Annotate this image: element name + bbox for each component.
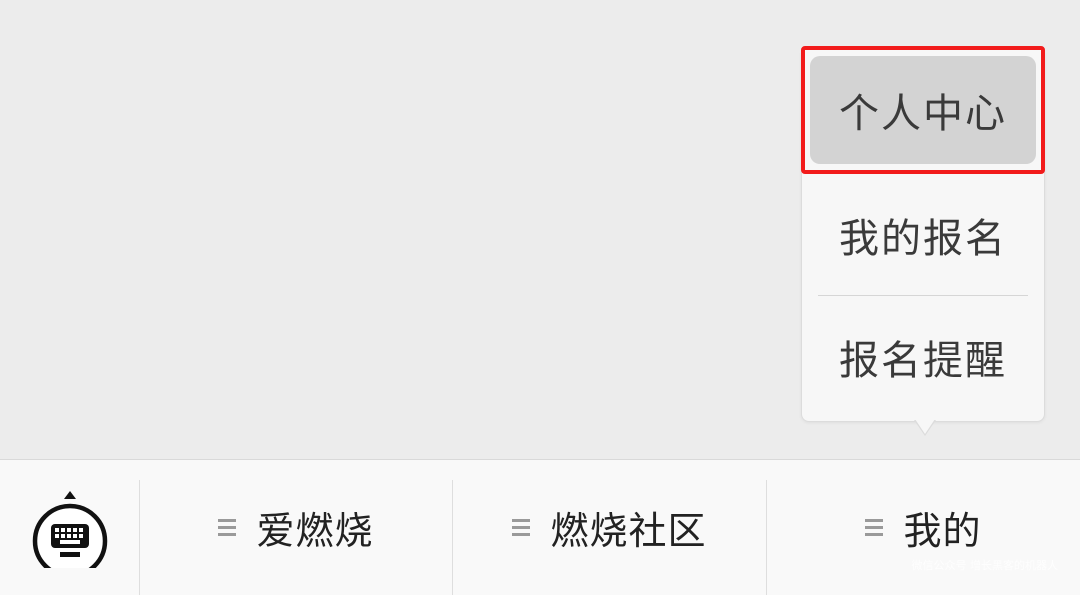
tab-ranshao-community[interactable]: 燃烧社区 (453, 460, 766, 595)
popup-arrow-fill (915, 419, 935, 434)
menu-item-label: 报名提醒 (839, 338, 1007, 384)
bottom-menu-bar: 爱燃烧 燃烧社区 我的 微信公众号 增长黑客的机器人 (0, 459, 1080, 595)
tab-label: 爱燃烧 (256, 509, 374, 553)
menu-lines-icon (218, 517, 237, 539)
tab-label: 我的 (903, 509, 982, 553)
keyboard-toggle-button[interactable] (0, 460, 139, 595)
menu-item-registration-reminder[interactable]: 报名提醒 (802, 298, 1044, 416)
keyboard-icon (32, 490, 107, 568)
menu-item-my-registrations[interactable]: 我的报名 (802, 176, 1044, 294)
menu-divider (818, 295, 1028, 296)
tab-ai-ranshao[interactable]: 爱燃烧 (140, 460, 452, 595)
watermark-text: 微信公众号 增长黑客的机器人 (911, 559, 1059, 572)
menu-lines-icon (512, 517, 531, 539)
tab-mine[interactable]: 我的 (767, 460, 1080, 595)
tab-label: 燃烧社区 (550, 509, 707, 553)
menu-item-label: 我的报名 (839, 216, 1007, 262)
highlight-annotation-box (801, 46, 1045, 174)
menu-lines-icon (865, 517, 884, 539)
